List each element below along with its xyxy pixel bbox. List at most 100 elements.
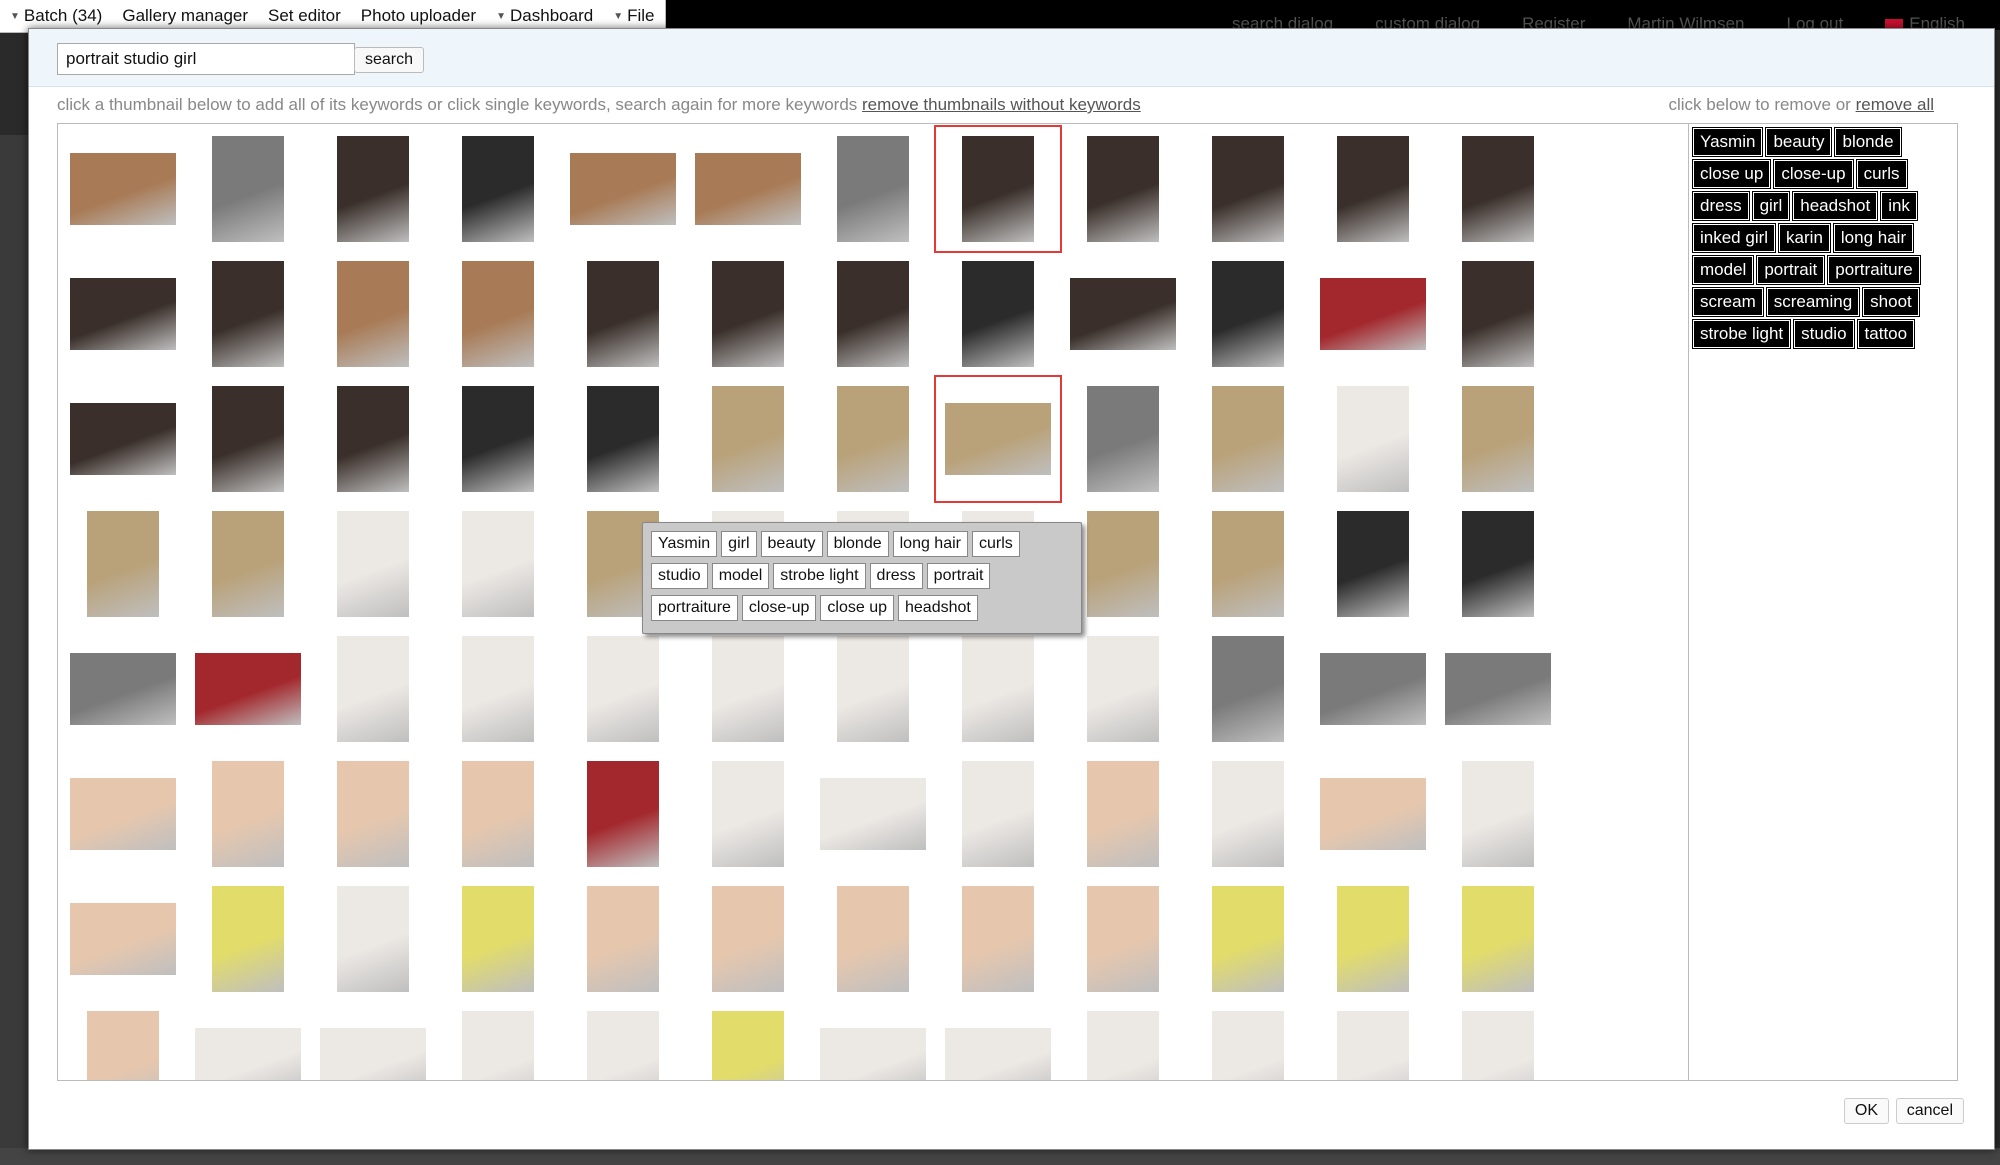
photo-thumbnail[interactable] bbox=[188, 379, 308, 499]
photo-thumbnail[interactable] bbox=[438, 879, 558, 999]
selected-keyword[interactable]: screaming bbox=[1765, 287, 1861, 317]
selected-keyword[interactable]: scream bbox=[1692, 287, 1764, 317]
tooltip-keyword[interactable]: beauty bbox=[760, 531, 823, 557]
photo-thumbnail[interactable] bbox=[1188, 254, 1308, 374]
photo-thumbnail[interactable] bbox=[188, 1004, 308, 1080]
photo-thumbnail[interactable] bbox=[1063, 1004, 1183, 1080]
tooltip-keyword[interactable]: studio bbox=[651, 563, 708, 589]
photo-thumbnail[interactable] bbox=[1313, 379, 1433, 499]
photo-thumbnail[interactable] bbox=[63, 254, 183, 374]
tooltip-keyword[interactable]: portraiture bbox=[651, 595, 738, 621]
photo-thumbnail[interactable] bbox=[63, 504, 183, 624]
tooltip-keyword[interactable]: long hair bbox=[892, 531, 968, 557]
photo-thumbnail[interactable] bbox=[1313, 254, 1433, 374]
menu-item-photo-uploader[interactable]: Photo uploader bbox=[351, 6, 486, 26]
photo-thumbnail[interactable] bbox=[63, 879, 183, 999]
photo-thumbnail[interactable] bbox=[438, 129, 558, 249]
photo-thumbnail[interactable] bbox=[688, 1004, 808, 1080]
photo-thumbnail[interactable] bbox=[688, 379, 808, 499]
photo-thumbnail[interactable] bbox=[1438, 629, 1558, 749]
photo-thumbnail[interactable] bbox=[63, 1004, 183, 1080]
photo-thumbnail[interactable] bbox=[1063, 754, 1183, 874]
selected-keyword[interactable]: model bbox=[1691, 255, 1755, 285]
photo-thumbnail[interactable] bbox=[1063, 629, 1183, 749]
photo-thumbnail[interactable] bbox=[313, 879, 433, 999]
photo-thumbnail[interactable] bbox=[1188, 1004, 1308, 1080]
ok-button[interactable]: OK bbox=[1843, 1098, 1889, 1124]
menu-item-dashboard[interactable]: ▼ Dashboard bbox=[486, 6, 603, 26]
photo-thumbnail[interactable] bbox=[63, 129, 183, 249]
search-button[interactable]: search bbox=[354, 47, 425, 73]
tooltip-keyword[interactable]: headshot bbox=[898, 595, 978, 621]
photo-thumbnail[interactable] bbox=[938, 629, 1058, 749]
selected-keyword[interactable]: blonde bbox=[1834, 127, 1902, 157]
photo-thumbnail[interactable] bbox=[1313, 504, 1433, 624]
remove-thumbnails-link[interactable]: remove thumbnails without keywords bbox=[862, 95, 1141, 114]
photo-thumbnail[interactable] bbox=[63, 629, 183, 749]
selected-keyword[interactable]: tattoo bbox=[1856, 319, 1916, 349]
photo-thumbnail[interactable] bbox=[563, 629, 683, 749]
photo-thumbnail[interactable] bbox=[313, 629, 433, 749]
tooltip-keyword[interactable]: strobe light bbox=[773, 563, 866, 589]
photo-thumbnail[interactable] bbox=[313, 379, 433, 499]
photo-thumbnail[interactable] bbox=[1063, 379, 1183, 499]
photo-thumbnail[interactable] bbox=[188, 879, 308, 999]
photo-thumbnail[interactable] bbox=[563, 379, 683, 499]
photo-thumbnail[interactable] bbox=[1313, 754, 1433, 874]
tooltip-keyword[interactable]: dress bbox=[869, 563, 923, 589]
photo-thumbnail[interactable] bbox=[934, 125, 1062, 253]
photo-thumbnail[interactable] bbox=[188, 129, 308, 249]
selected-keyword[interactable]: karin bbox=[1778, 223, 1831, 253]
tooltip-keyword[interactable]: curls bbox=[971, 531, 1020, 557]
photo-thumbnail[interactable] bbox=[188, 504, 308, 624]
photo-thumbnail[interactable] bbox=[1188, 754, 1308, 874]
selected-keyword[interactable]: portrait bbox=[1756, 255, 1826, 285]
photo-thumbnail[interactable] bbox=[1313, 129, 1433, 249]
selected-keyword[interactable]: portraiture bbox=[1827, 255, 1921, 285]
photo-thumbnail[interactable] bbox=[1063, 254, 1183, 374]
photo-thumbnail[interactable] bbox=[688, 754, 808, 874]
tooltip-keyword[interactable]: Yasmin bbox=[651, 531, 718, 557]
selected-keyword[interactable]: dress bbox=[1692, 191, 1750, 221]
photo-thumbnail[interactable] bbox=[813, 1004, 933, 1080]
selected-keyword[interactable]: curls bbox=[1855, 159, 1908, 189]
photo-thumbnail[interactable] bbox=[688, 879, 808, 999]
photo-thumbnail[interactable] bbox=[813, 879, 933, 999]
photo-thumbnail[interactable] bbox=[188, 629, 308, 749]
photo-thumbnail[interactable] bbox=[688, 129, 808, 249]
photo-thumbnail[interactable] bbox=[313, 1004, 433, 1080]
menu-item-file[interactable]: ▼ File bbox=[603, 6, 664, 26]
selected-keyword[interactable]: headshot bbox=[1792, 191, 1879, 221]
photo-thumbnail[interactable] bbox=[813, 754, 933, 874]
menu-item-gallery-manager[interactable]: Gallery manager bbox=[112, 6, 258, 26]
photo-thumbnail[interactable] bbox=[1188, 879, 1308, 999]
photo-thumbnail[interactable] bbox=[1438, 254, 1558, 374]
photo-thumbnail[interactable] bbox=[188, 254, 308, 374]
photo-thumbnail[interactable] bbox=[1438, 379, 1558, 499]
photo-thumbnail[interactable] bbox=[1313, 879, 1433, 999]
photo-thumbnail[interactable] bbox=[438, 254, 558, 374]
selected-keyword[interactable]: girl bbox=[1751, 191, 1791, 221]
photo-thumbnail[interactable] bbox=[1438, 879, 1558, 999]
photo-thumbnail[interactable] bbox=[1438, 129, 1558, 249]
photo-thumbnail[interactable] bbox=[938, 879, 1058, 999]
tooltip-keyword[interactable]: close-up bbox=[741, 595, 817, 621]
cancel-button[interactable]: cancel bbox=[1895, 1098, 1964, 1124]
photo-thumbnail[interactable] bbox=[938, 1004, 1058, 1080]
photo-thumbnail[interactable] bbox=[938, 254, 1058, 374]
selected-keyword[interactable]: shoot bbox=[1862, 287, 1920, 317]
photo-thumbnail[interactable] bbox=[1438, 754, 1558, 874]
menu-item-set-editor[interactable]: Set editor bbox=[258, 6, 351, 26]
photo-thumbnail[interactable] bbox=[688, 629, 808, 749]
photo-thumbnail[interactable] bbox=[63, 379, 183, 499]
photo-thumbnail[interactable] bbox=[1188, 129, 1308, 249]
photo-thumbnail[interactable] bbox=[1438, 504, 1558, 624]
photo-thumbnail[interactable] bbox=[813, 129, 933, 249]
menu-item-batch-34[interactable]: ▼ Batch (34) bbox=[0, 6, 112, 26]
selected-keyword[interactable]: close-up bbox=[1773, 159, 1854, 189]
tooltip-keyword[interactable]: close up bbox=[820, 595, 894, 621]
search-input[interactable] bbox=[57, 43, 355, 75]
tooltip-keyword[interactable]: model bbox=[711, 563, 770, 589]
photo-thumbnail[interactable] bbox=[438, 379, 558, 499]
photo-thumbnail[interactable] bbox=[938, 754, 1058, 874]
